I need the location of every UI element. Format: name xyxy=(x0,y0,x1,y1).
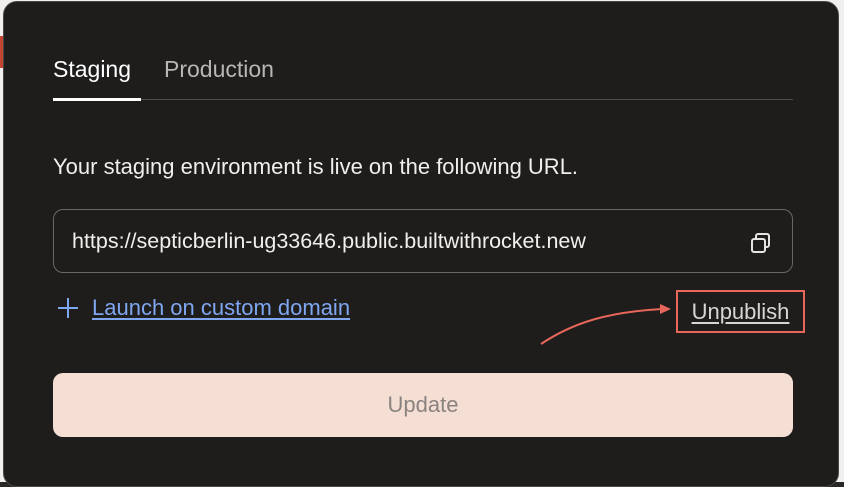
plus-icon xyxy=(58,298,78,318)
copy-url-button[interactable] xyxy=(748,230,774,256)
custom-domain-label: Launch on custom domain xyxy=(92,295,351,320)
copy-icon xyxy=(751,233,770,253)
unpublish-button[interactable]: Unpublish xyxy=(676,290,805,333)
update-button[interactable]: Update xyxy=(53,373,793,437)
staging-url[interactable]: https://septicberlin-ug33646.public.buil… xyxy=(72,226,586,256)
update-label: Update xyxy=(387,392,459,417)
tab-staging[interactable]: Staging xyxy=(53,54,141,101)
tab-production[interactable]: Production xyxy=(164,54,274,100)
staging-description: Your staging environment is live on the … xyxy=(53,154,579,179)
publish-dialog: Staging Production Your staging environm… xyxy=(3,1,839,487)
staging-url-field[interactable]: https://septicberlin-ug33646.public.buil… xyxy=(53,209,793,273)
tab-staging-label: Staging xyxy=(53,56,132,82)
annotation-arrow-icon xyxy=(540,304,671,345)
environment-tabs: Staging Production xyxy=(53,54,793,101)
launch-custom-domain-link[interactable]: Launch on custom domain xyxy=(56,292,350,324)
unpublish-label: Unpublish xyxy=(691,298,790,324)
active-tab-indicator xyxy=(53,98,141,101)
tab-production-label: Production xyxy=(164,56,274,82)
